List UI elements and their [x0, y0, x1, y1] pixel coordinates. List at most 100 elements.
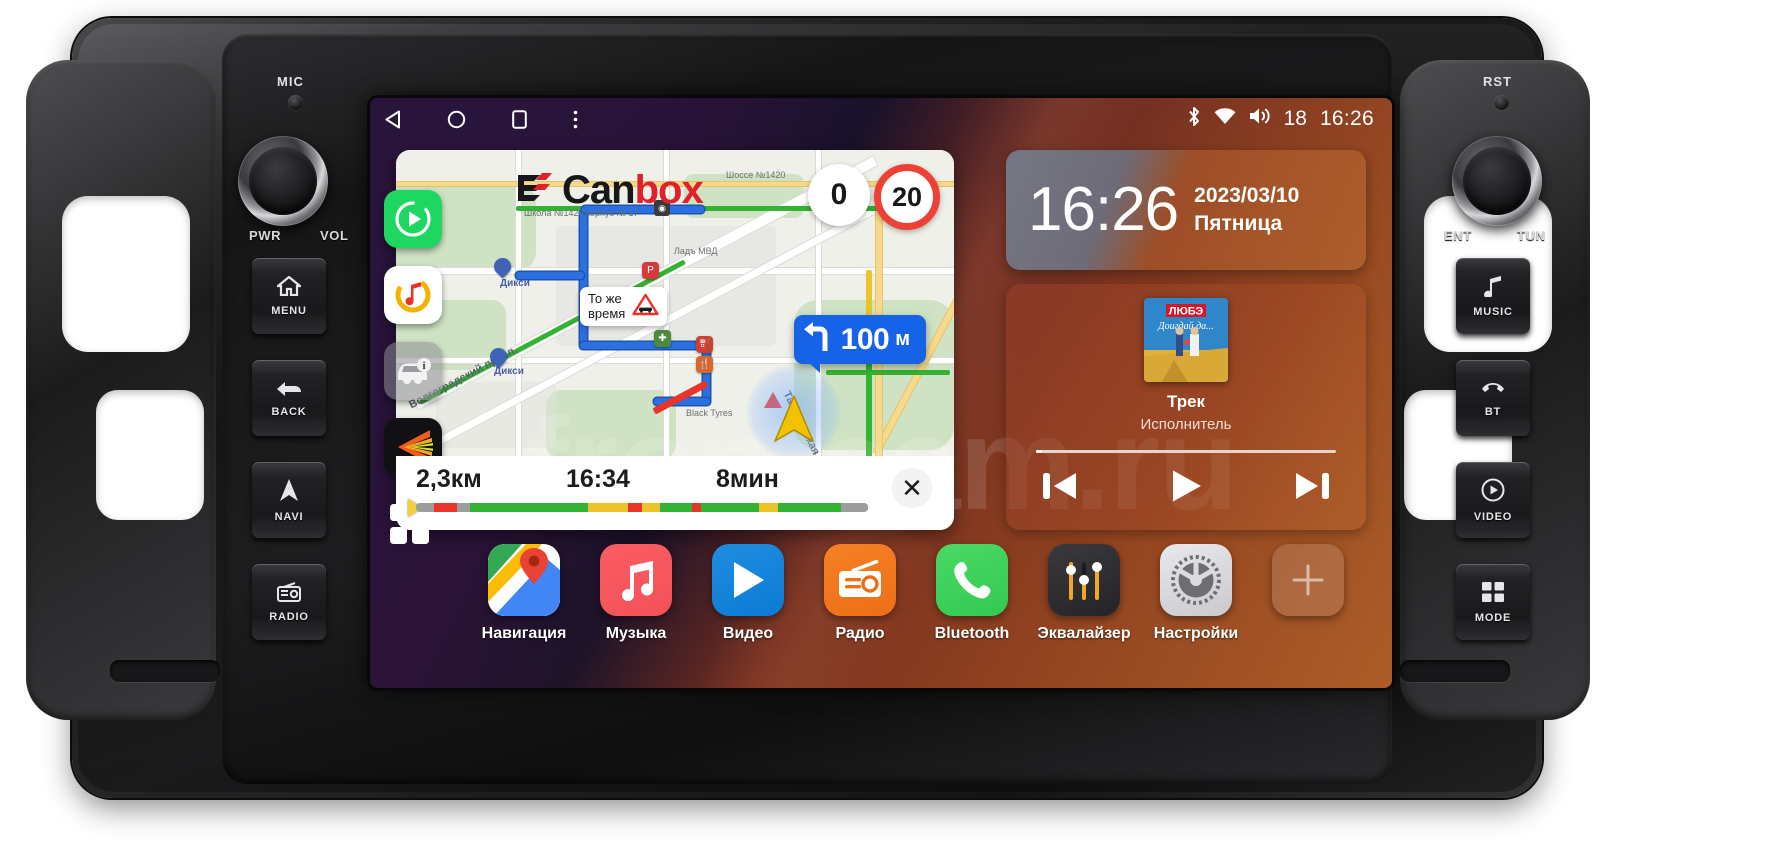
overflow-menu-icon[interactable]	[573, 110, 578, 129]
left-trim-opening-bottom	[96, 390, 204, 520]
active-route	[580, 210, 587, 348]
navi-button-label: NAVI	[274, 510, 304, 523]
recents-square-icon[interactable]	[512, 109, 527, 129]
traffic-segment	[840, 503, 868, 512]
enter-tune-knob[interactable]	[1452, 136, 1542, 226]
dock-item-add[interactable]	[1256, 544, 1360, 625]
traffic-segment	[700, 503, 760, 512]
route-eta: 16:34	[566, 465, 630, 493]
video-hard-button[interactable]: VIDEO	[1456, 462, 1530, 538]
same-time-line1: То же	[588, 291, 622, 306]
back-button-label: BACK	[271, 405, 307, 418]
radio-icon	[824, 544, 896, 616]
head-unit-device: MIC PWR VOL RST ENT TUN MENU BACK NAVI R…	[0, 0, 1780, 854]
speed-indicators: 0 20	[808, 164, 940, 230]
maneuver-bubble: 100 м	[793, 315, 926, 373]
close-route-button[interactable]: ✕	[892, 468, 932, 508]
navi-hard-button[interactable]: NAVI	[252, 462, 326, 538]
dock-label-settings: Настройки	[1153, 625, 1239, 642]
bt-button-label: BT	[1484, 405, 1502, 418]
map-poi-label: Дикси	[500, 278, 530, 289]
menu-hard-button[interactable]: MENU	[252, 258, 326, 334]
map-poi-label: Ладъ МВД	[674, 246, 718, 256]
player-green-icon[interactable]	[384, 190, 442, 248]
same-time-line2: время	[588, 305, 626, 321]
map-poi-marker[interactable]: ⛽	[696, 336, 713, 353]
mode-hard-button[interactable]: MODE	[1456, 564, 1530, 640]
navi-arrow-icon	[279, 478, 299, 507]
mode-button-label: MODE	[1474, 611, 1512, 624]
gear-icon	[1160, 544, 1232, 616]
plus-icon	[1272, 544, 1344, 616]
traffic-segment	[777, 503, 841, 512]
mic-label: MIC	[277, 74, 304, 89]
home-circle-icon[interactable]	[447, 110, 466, 129]
map-poi-marker[interactable]: P	[642, 262, 659, 279]
ent-label: ENT	[1444, 228, 1472, 243]
same-time-callout[interactable]: То же время	[580, 287, 668, 327]
traffic-jam-warning-icon	[632, 293, 660, 321]
grid-icon	[1481, 581, 1505, 608]
phone-handset-icon	[1480, 379, 1506, 402]
play-icon[interactable]	[1169, 469, 1203, 508]
clock-widget[interactable]: 16:26 2023/03/10 Пятница	[1006, 150, 1366, 270]
track-title: Трек	[1166, 392, 1206, 411]
canbox-logo: Canbox	[516, 168, 704, 212]
reset-hole[interactable]	[1494, 95, 1509, 110]
dock-label-navigation: Навигация	[481, 625, 567, 642]
dock-item-bluetooth[interactable]: Bluetooth	[920, 544, 1024, 643]
vehicle-position-arrow	[746, 364, 842, 460]
clock-widget-time: 16:26	[1028, 175, 1179, 244]
phone-handset-icon	[936, 544, 1008, 616]
map-poi-marker[interactable]: ✚	[654, 330, 671, 347]
traffic-segment	[434, 503, 457, 512]
back-triangle-icon[interactable]	[384, 110, 401, 129]
speaker-icon	[1249, 107, 1271, 131]
radio-hard-button[interactable]: RADIO	[252, 564, 326, 640]
microphone-hole	[288, 95, 303, 110]
traffic-segment	[759, 503, 778, 512]
bt-hard-button[interactable]: BT	[1456, 360, 1530, 436]
traffic-segment	[628, 503, 642, 512]
map-poi-label: Шоссе №1420	[726, 170, 786, 180]
status-bar: 18 16:26	[370, 98, 1392, 140]
canbox-logo-red: box	[634, 168, 704, 212]
navigation-map-widget[interactable]: Волгоградский просп. Ташкентская Шоссе №…	[396, 150, 954, 530]
dock-item-navigation[interactable]: Навигация	[472, 544, 576, 643]
route-duration: 8мин	[716, 465, 779, 493]
home-icon	[274, 275, 304, 301]
speed-limit-sign: 20	[874, 164, 940, 230]
power-volume-knob[interactable]	[238, 136, 328, 226]
music-button-label: MUSIC	[1473, 305, 1513, 318]
dock-item-music[interactable]: Музыка	[584, 544, 688, 643]
play-triangle-icon	[712, 544, 784, 616]
active-route	[580, 342, 710, 349]
skip-next-icon[interactable]	[1293, 470, 1331, 507]
dock-item-settings[interactable]: Настройки	[1144, 544, 1248, 643]
canbox-mark-icon	[516, 173, 554, 207]
right-vent-slot	[1400, 660, 1510, 682]
dock-label-radio: Радио	[835, 625, 885, 642]
traffic-progress-bar	[416, 503, 868, 512]
seek-bar[interactable]	[1036, 450, 1336, 453]
lcd-screen[interactable]: frontcam.ru	[370, 98, 1392, 688]
tun-label: TUN	[1517, 228, 1546, 243]
back-hard-button[interactable]: BACK	[252, 360, 326, 436]
dock-item-video[interactable]: Видео	[696, 544, 800, 643]
maneuver-unit: м	[895, 328, 910, 350]
traffic-segment	[641, 503, 661, 512]
yandex-music-icon[interactable]	[384, 266, 442, 324]
left-trim-opening-top	[62, 196, 190, 352]
car-info-icon[interactable]: i	[384, 342, 442, 400]
current-speed: 0	[808, 164, 870, 226]
music-hard-button[interactable]: MUSIC	[1456, 258, 1530, 334]
map-poi-marker[interactable]: 🍴	[696, 356, 713, 373]
dock-item-radio[interactable]: Радио	[808, 544, 912, 643]
svg-text:Доигдай да...: Доигдай да...	[1157, 321, 1213, 332]
dock-item-equalizer[interactable]: Эквалайзер	[1032, 544, 1136, 643]
skip-previous-icon[interactable]	[1041, 470, 1079, 507]
album-art[interactable]: ЛЮБЭ Доигдай да...	[1144, 298, 1228, 382]
music-player-widget[interactable]: ЛЮБЭ Доигдай да... Трек Исполнитель	[1006, 284, 1366, 530]
maneuver-distance: 100	[840, 322, 890, 356]
video-button-label: VIDEO	[1473, 510, 1513, 523]
